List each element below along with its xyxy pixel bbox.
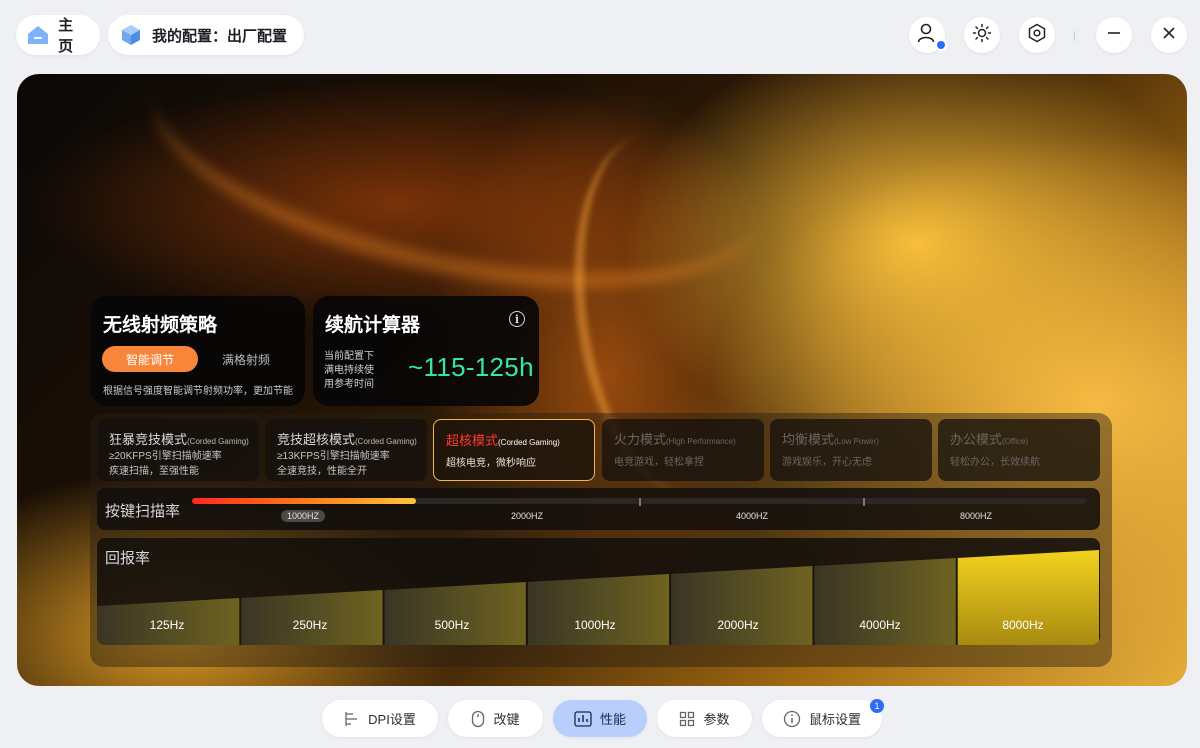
- tab-key-remap[interactable]: 改键: [448, 700, 543, 737]
- battery-caption: 当前配置下 满电持续使 用参考时间: [324, 351, 374, 390]
- mode-card-balanced[interactable]: 均衡模式(Low Power) 游戏娱乐，开心无虑: [770, 419, 932, 481]
- notification-badge: 1: [870, 699, 884, 713]
- settings-button[interactable]: [1019, 17, 1055, 53]
- mode-card-supercore[interactable]: 超核模式(Corded Gaming) 超核电竞，微秒响应: [433, 419, 595, 481]
- report-rate-step[interactable]: [527, 574, 670, 645]
- scan-rate-slider[interactable]: [192, 498, 1087, 506]
- battery-estimate: ~115-125h: [408, 352, 534, 382]
- tab-parameters[interactable]: 参数: [657, 700, 752, 737]
- dpi-icon: [344, 711, 360, 727]
- home-icon: [26, 22, 50, 48]
- scan-tick-8000[interactable]: 8000HZ: [954, 510, 998, 522]
- rate-option-8000[interactable]: 8000Hz: [1002, 618, 1043, 632]
- mode-card-office[interactable]: 办公模式(Office) 轻松办公，长效续航: [938, 419, 1100, 481]
- close-button[interactable]: [1151, 17, 1187, 53]
- scan-rate-label: 按键扫描率: [105, 503, 181, 520]
- profile-selector[interactable]: 我的配置：出厂配置: [108, 15, 304, 55]
- info-icon[interactable]: i: [509, 311, 525, 327]
- close-icon: [1161, 25, 1177, 46]
- profile-label: 我的配置：出厂配置: [152, 27, 288, 45]
- cube-icon: [118, 22, 144, 48]
- home-button[interactable]: 主页: [16, 15, 100, 55]
- brightness-icon: [972, 23, 992, 48]
- tab-dpi-settings[interactable]: DPI设置: [322, 700, 438, 737]
- wireless-description: 根据信号强度智能调节射频功率，更加节能: [103, 386, 293, 397]
- verified-badge: [935, 39, 947, 51]
- scan-rate-fill: [192, 498, 416, 504]
- mode-card-firepower[interactable]: 火力模式(High Performance) 电竞游戏，轻松拿捏: [602, 419, 764, 481]
- key-scan-rate-row: 按键扫描率 1000HZ 2000HZ 4000HZ 8000HZ: [97, 488, 1100, 530]
- tab-performance[interactable]: 性能: [553, 700, 647, 737]
- home-label: 主页: [58, 17, 74, 55]
- toolbar-divider: [1074, 31, 1075, 41]
- scan-tick: [639, 498, 641, 506]
- mode-card-rampage[interactable]: 狂暴竞技模式(Corded Gaming) ≥20KFPS引擎扫描帧速率 疾速扫…: [97, 419, 259, 481]
- smart-adjust-option[interactable]: 智能调节: [102, 346, 198, 372]
- info-icon: [783, 710, 801, 728]
- rate-option-2000[interactable]: 2000Hz: [717, 618, 758, 632]
- hexagon-settings-icon: [1027, 23, 1047, 48]
- rate-option-125[interactable]: 125Hz: [150, 618, 185, 632]
- performance-icon: [574, 710, 592, 727]
- report-rate-box: 回报率 125Hz 250Hz 500Hz 1000Hz 2000Hz 4000…: [97, 538, 1100, 645]
- rate-option-4000[interactable]: 4000Hz: [859, 618, 900, 632]
- minimize-button[interactable]: [1096, 17, 1132, 53]
- top-bar: 主页 我的配置：出厂配置: [0, 0, 1200, 72]
- report-rate-label: 回报率: [105, 550, 151, 567]
- battery-title: 续航计算器: [325, 315, 421, 336]
- scan-tick-4000[interactable]: 4000HZ: [730, 510, 774, 522]
- wireless-title: 无线射频策略: [103, 315, 218, 336]
- battery-calculator-card: 续航计算器 i 当前配置下 满电持续使 用参考时间 ~115-125h: [313, 296, 539, 406]
- scan-tick: [863, 498, 865, 506]
- scan-tick-1000[interactable]: 1000HZ: [280, 510, 326, 522]
- mouse-icon: [471, 710, 485, 728]
- brightness-button[interactable]: [964, 17, 1000, 53]
- grid-icon: [679, 711, 695, 727]
- scan-tick-2000[interactable]: 2000HZ: [505, 510, 549, 522]
- full-power-option[interactable]: 满格射频: [207, 346, 285, 372]
- rate-option-500[interactable]: 500Hz: [435, 618, 470, 632]
- minimize-icon: [1106, 25, 1122, 46]
- tab-mouse-settings[interactable]: 鼠标设置: [762, 700, 882, 737]
- wireless-rf-card: 无线射频策略 智能调节 满格射频 根据信号强度智能调节射频功率，更加节能: [91, 296, 305, 406]
- rate-option-1000[interactable]: 1000Hz: [574, 618, 615, 632]
- rate-option-250[interactable]: 250Hz: [293, 618, 328, 632]
- report-rate-step[interactable]: [671, 566, 813, 645]
- mode-card-competitive-core[interactable]: 竞技超核模式(Corded Gaming) ≥13KFPS引擎扫描帧速率 全速竞…: [265, 419, 427, 481]
- report-rate-step[interactable]: [384, 582, 526, 645]
- user-button[interactable]: [909, 17, 947, 53]
